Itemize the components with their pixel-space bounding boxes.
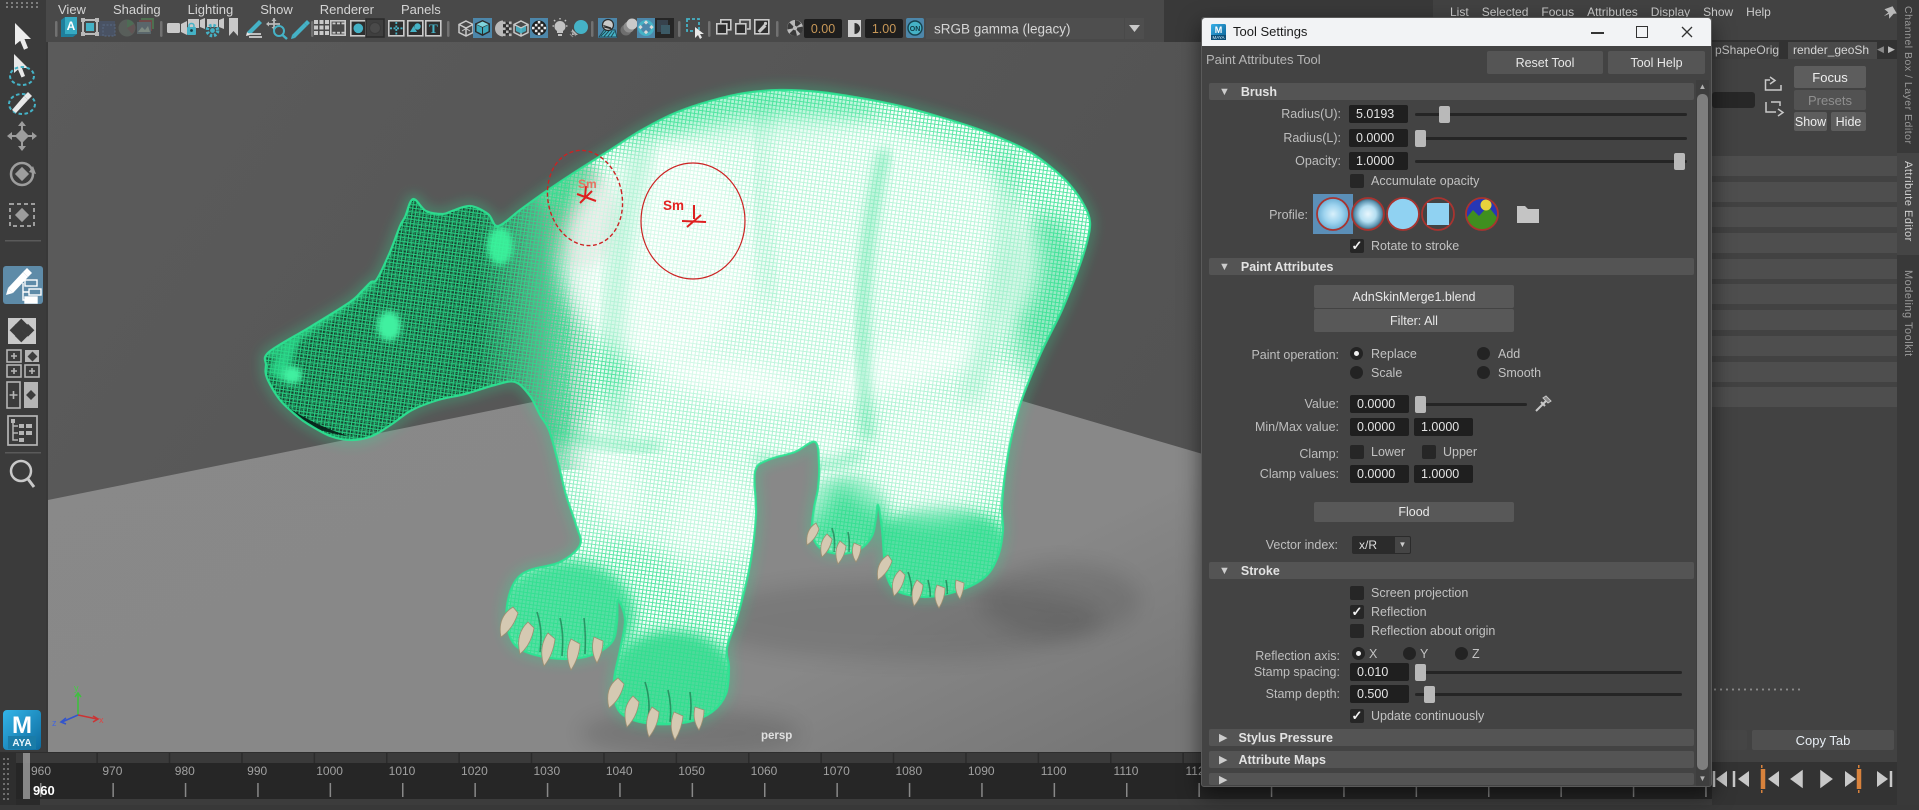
- svg-text:1030: 1030: [533, 764, 560, 778]
- svg-text:1020: 1020: [461, 764, 488, 778]
- svg-text:z: z: [52, 718, 57, 728]
- svg-text:1040: 1040: [606, 764, 633, 778]
- svg-text:1.00: 1.00: [872, 22, 896, 36]
- svg-text:sRGB gamma (legacy): sRGB gamma (legacy): [934, 22, 1071, 37]
- svg-text:1110: 1110: [1114, 764, 1139, 778]
- svg-text:A: A: [67, 19, 76, 33]
- svg-text:1100: 1100: [1041, 764, 1067, 778]
- svg-text:T: T: [429, 21, 438, 36]
- svg-text:1070: 1070: [823, 764, 850, 778]
- svg-text:980: 980: [175, 764, 195, 778]
- svg-text:960: 960: [33, 783, 55, 798]
- svg-text:1050: 1050: [678, 764, 705, 778]
- svg-text:AYA: AYA: [12, 738, 31, 749]
- svg-text:Sm: Sm: [663, 198, 684, 213]
- svg-text:persp: persp: [761, 730, 792, 742]
- svg-text:0.00: 0.00: [811, 22, 835, 36]
- svg-text:x: x: [99, 715, 104, 725]
- svg-text:970: 970: [102, 764, 122, 778]
- svg-text:y: y: [74, 683, 79, 693]
- svg-text:ON: ON: [910, 26, 921, 33]
- svg-text:M: M: [1215, 25, 1223, 35]
- svg-text:990: 990: [247, 764, 267, 778]
- svg-text:1080: 1080: [895, 764, 922, 778]
- svg-text:960: 960: [31, 764, 51, 778]
- svg-text:1060: 1060: [751, 764, 778, 778]
- svg-text:1010: 1010: [389, 764, 416, 778]
- svg-text:M: M: [12, 712, 32, 739]
- svg-text:MAYA: MAYA: [1212, 35, 1224, 40]
- svg-text:Sm: Sm: [578, 177, 597, 191]
- svg-text:1000: 1000: [316, 764, 343, 778]
- svg-text:1090: 1090: [968, 764, 995, 778]
